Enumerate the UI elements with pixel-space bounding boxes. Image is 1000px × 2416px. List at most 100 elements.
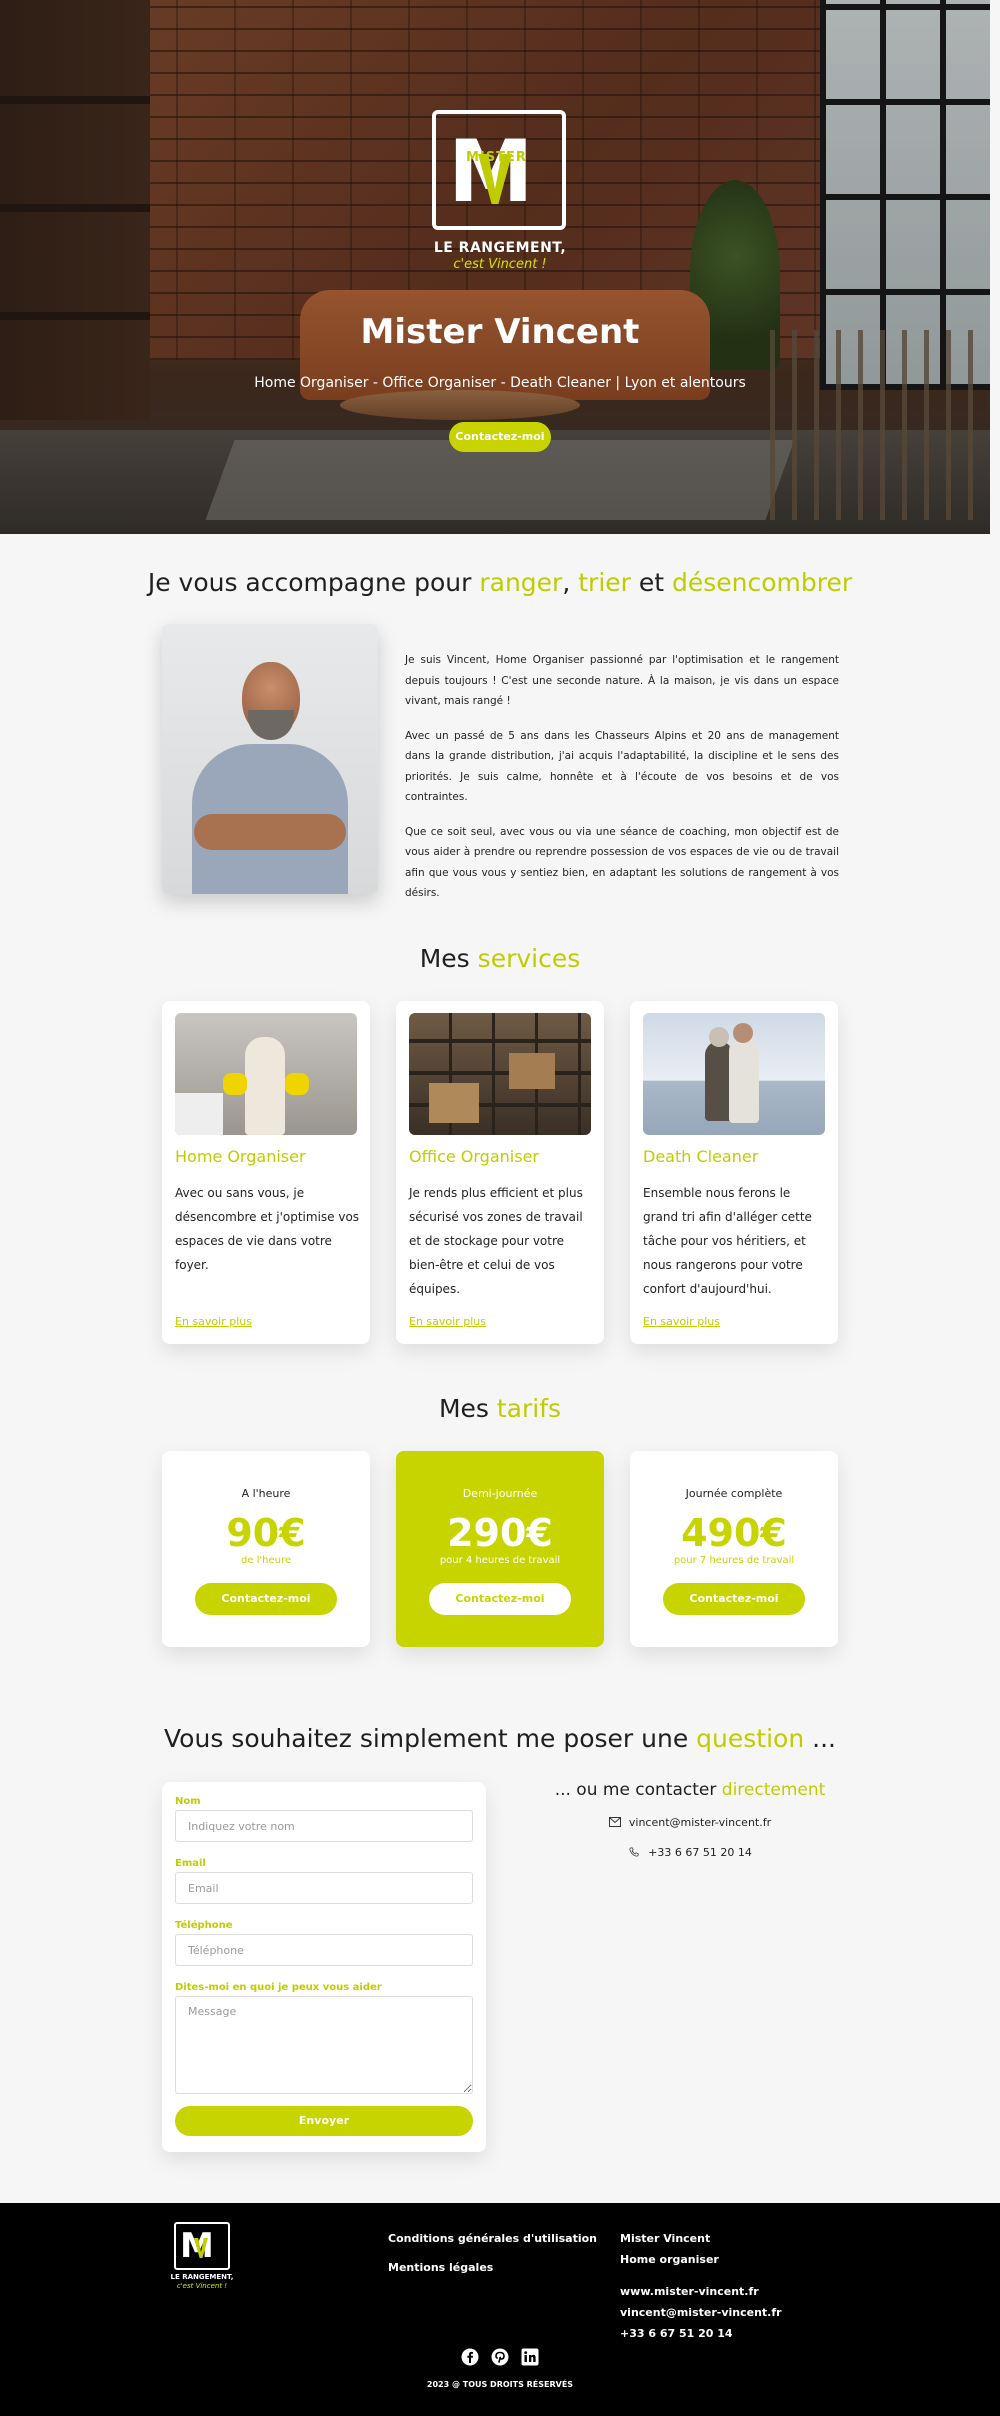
service-image-death-cleaner: [643, 1013, 825, 1135]
email-input[interactable]: [175, 1872, 473, 1904]
about-paragraph: Je suis Vincent, Home Organiser passionn…: [405, 654, 839, 707]
pricing-contact-button[interactable]: Contactez-moi: [429, 1583, 571, 1615]
image-shape: [429, 1083, 479, 1123]
footer-link-cgu[interactable]: Conditions générales d'utilisation: [388, 2232, 597, 2245]
image-shape: [709, 1027, 729, 1047]
name-label: Nom: [175, 1796, 201, 1807]
about-heading-separator: et: [630, 568, 673, 597]
email-label: Email: [175, 1858, 206, 1869]
about-paragraph: Que ce soit seul, avec vous ou via une s…: [405, 825, 839, 900]
image-shape: [733, 1023, 753, 1043]
portrait-beard: [248, 710, 294, 740]
about-paragraph: Avec un passé de 5 ans dans les Chasseur…: [405, 729, 839, 804]
contact-phone-row[interactable]: +33 6 67 51 20 14: [520, 1846, 860, 1859]
pricing-unit: de l'heure: [240, 1555, 292, 1566]
footer-email-link[interactable]: vincent@mister-vincent.fr: [620, 2306, 782, 2319]
pricing-unit: pour 7 heures de travail: [673, 1555, 795, 1566]
contact-email-row[interactable]: vincent@mister-vincent.fr: [520, 1816, 860, 1829]
service-learn-more-link[interactable]: En savoir plus: [643, 1315, 720, 1328]
pricing-value: 90€: [226, 1511, 306, 1555]
footer-phone-link[interactable]: +33 6 67 51 20 14: [620, 2327, 733, 2340]
pricing-card-half-day: Demi-journée 290€ pour 4 heures de trava…: [396, 1451, 604, 1647]
pricing-card-full-day: Journée complète 490€ pour 7 heures de t…: [630, 1451, 838, 1647]
pricing-contact-button[interactable]: Contactez-moi: [663, 1583, 805, 1615]
message-textarea[interactable]: [175, 1996, 473, 2094]
facebook-icon[interactable]: [461, 2348, 479, 2366]
image-shape: [175, 1093, 223, 1135]
footer-logo-tagline-accent: c'est Vincent !: [176, 2282, 228, 2290]
contact-email[interactable]: vincent@mister-vincent.fr: [629, 1816, 771, 1829]
portrait-arms: [194, 814, 346, 850]
hero-subtitle: Home Organiser - Office Organiser - Deat…: [254, 375, 746, 391]
about-heading: Je vous accompagne pour ranger, trier et…: [0, 568, 1000, 597]
services-heading-text: Mes: [419, 944, 478, 973]
image-shape: [509, 1053, 555, 1089]
services-heading-accent: services: [477, 944, 581, 973]
contact-form: Nom Email Téléphone Dites-moi en quoi je…: [162, 1782, 486, 2152]
image-shape: [245, 1037, 285, 1135]
service-description: Ensemble nous ferons le grand tri afin d…: [643, 1186, 812, 1296]
hero-contact-button[interactable]: Contactez-moi: [449, 422, 551, 452]
pricing-contact-button[interactable]: Contactez-moi: [195, 1583, 337, 1615]
service-description: Avec ou sans vous, je désencombre et j'o…: [175, 1186, 360, 1272]
logo-tagline-accent: c'est Vincent !: [453, 257, 547, 272]
about-heading-accent-trier: trier: [578, 568, 631, 597]
service-card-home-organiser: Home Organiser Avec ou sans vous, je dés…: [162, 1001, 370, 1344]
hero-title: Mister Vincent: [360, 312, 640, 352]
contact-heading-ellipsis: ...: [804, 1724, 836, 1753]
footer-logo-m-letter: M: [180, 2226, 214, 2266]
footer-logo[interactable]: M: [174, 2222, 230, 2270]
submit-button[interactable]: Envoyer: [175, 2106, 473, 2136]
image-shape: [729, 1037, 759, 1123]
linkedin-icon[interactable]: [521, 2348, 539, 2366]
footer-company-name: Mister Vincent: [620, 2232, 711, 2245]
footer-company-role: Home organiser: [620, 2253, 719, 2266]
service-title: Office Organiser: [409, 1147, 539, 1166]
pricing-heading-accent: tarifs: [496, 1394, 562, 1423]
pricing-label: Demi-journée: [462, 1487, 538, 1500]
service-learn-more-link[interactable]: En savoir plus: [175, 1315, 252, 1328]
mail-icon: [608, 1817, 621, 1827]
about-text: Je suis Vincent, Home Organiser passionn…: [405, 650, 839, 918]
copyright: 2023 @ TOUS DROITS RÉSERVÉS: [426, 2380, 574, 2389]
service-image-home: [175, 1013, 357, 1135]
pricing-label: Journée complète: [685, 1487, 783, 1500]
phone-icon: [629, 1847, 639, 1857]
direct-contact-heading-text: ... ou me contacter: [554, 1780, 722, 1800]
contact-heading-text: Vous souhaitez simplement me poser une: [164, 1724, 697, 1753]
contact-heading-accent: question: [696, 1724, 805, 1753]
pricing-value: 490€: [681, 1511, 787, 1555]
pricing-card-hourly: A l'heure 90€ de l'heure Contactez-moi: [162, 1451, 370, 1647]
about-heading-accent-desencombrer: désencombrer: [672, 568, 853, 597]
pricing-heading: Mes tarifs: [0, 1394, 1000, 1423]
about-heading-separator: ,: [562, 568, 579, 597]
direct-contact-heading-accent: directement: [721, 1780, 826, 1800]
image-shape: [223, 1073, 247, 1095]
phone-label: Téléphone: [175, 1920, 233, 1931]
service-title: Death Cleaner: [643, 1147, 759, 1166]
pricing-value: 290€: [447, 1511, 553, 1555]
service-image-office: [409, 1013, 591, 1135]
contact-heading: Vous souhaitez simplement me poser une q…: [0, 1724, 1000, 1753]
site-logo[interactable]: M MISTER: [432, 110, 566, 230]
direct-contact-heading: ... ou me contacter directement: [520, 1780, 860, 1800]
pricing-unit: pour 4 heures de travail: [439, 1555, 561, 1566]
service-learn-more-link[interactable]: En savoir plus: [409, 1315, 486, 1328]
service-card-office-organiser: Office Organiser Je rends plus efficient…: [396, 1001, 604, 1344]
name-input[interactable]: [175, 1810, 473, 1842]
service-card-death-cleaner: Death Cleaner Ensemble nous ferons le gr…: [630, 1001, 838, 1344]
footer-logo-tagline: LE RANGEMENT,: [170, 2273, 234, 2281]
services-heading: Mes services: [0, 944, 1000, 973]
phone-input[interactable]: [175, 1934, 473, 1966]
logo-mister-text: MISTER: [466, 150, 527, 165]
about-heading-accent-ranger: ranger: [479, 568, 563, 597]
portrait-photo: [162, 624, 378, 894]
service-description: Je rends plus efficient et plus sécurisé…: [409, 1186, 583, 1296]
logo-tagline: LE RANGEMENT,: [433, 240, 567, 256]
image-shape: [285, 1073, 309, 1095]
pinterest-icon[interactable]: [491, 2348, 509, 2366]
footer-link-legal[interactable]: Mentions légales: [388, 2261, 493, 2274]
contact-phone[interactable]: +33 6 67 51 20 14: [648, 1846, 752, 1859]
footer-website-link[interactable]: www.mister-vincent.fr: [620, 2285, 759, 2298]
pricing-label: A l'heure: [241, 1487, 291, 1500]
